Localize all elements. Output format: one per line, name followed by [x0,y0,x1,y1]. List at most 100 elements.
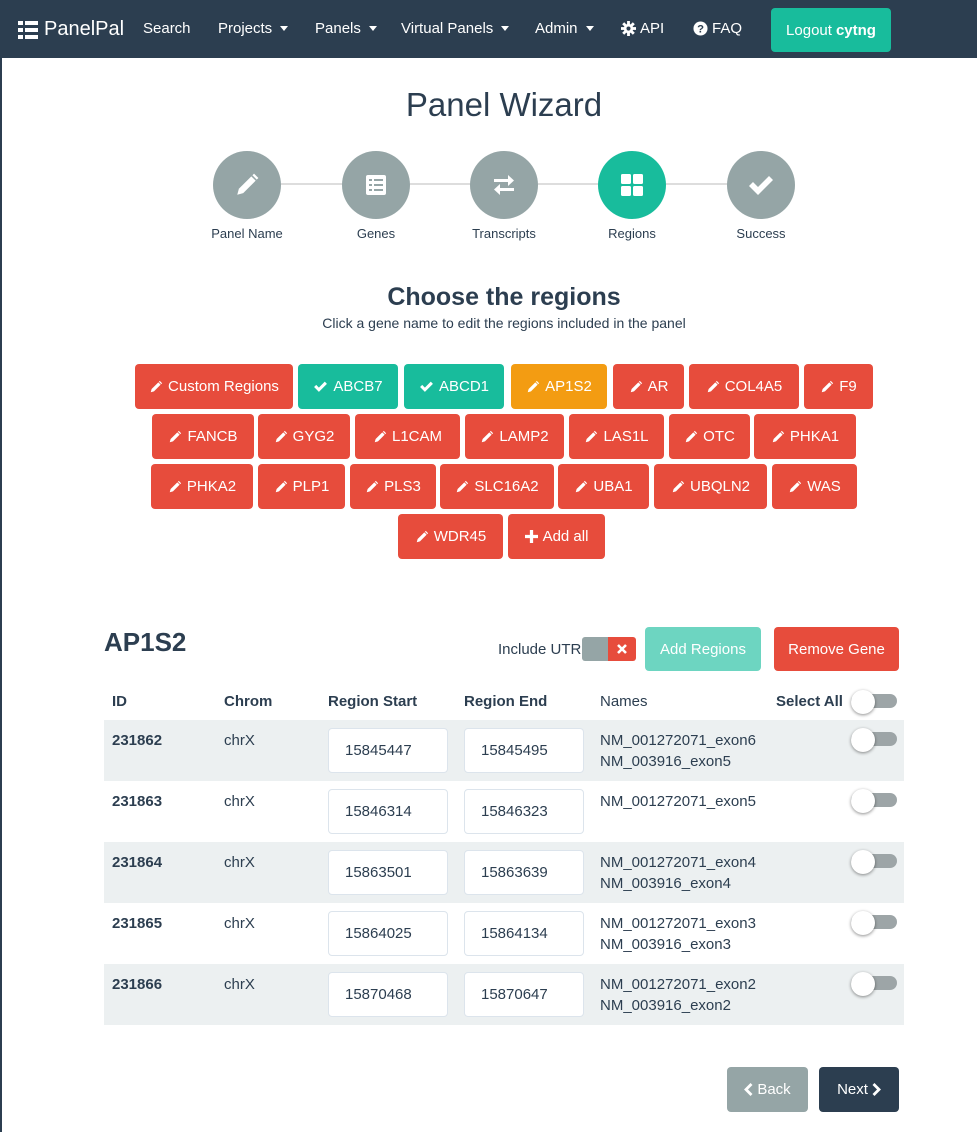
region-start-input[interactable] [328,911,448,956]
nav-search-label: Search [143,20,191,37]
nav-faq[interactable]: ? FAQ [693,20,742,37]
gene-button-label: WDR45 [433,528,487,545]
gene-button-fancb[interactable]: FANCB [152,414,254,459]
nav-projects-dropdown[interactable]: Projects [218,20,289,37]
step-label: Panel Name [211,226,283,241]
switch-knob [851,850,875,874]
remove-gene-button[interactable]: Remove Gene [774,627,899,671]
toggle-off-segment [582,637,608,661]
region-select-switch[interactable] [851,789,897,813]
gene-button-f9[interactable]: F9 [804,364,873,409]
step-label: Transcripts [472,226,536,241]
logout-button[interactable]: Logout cytng [771,8,891,52]
step-label: Success [736,226,786,241]
region-select-switch[interactable] [851,911,897,935]
wizard-step-panel-name[interactable]: Panel Name [187,151,307,241]
region-start-input[interactable] [328,972,448,1017]
region-id: 231866 [112,976,163,993]
gene-button-label: COL4A5 [724,378,783,395]
brand-link[interactable]: PanelPal [18,18,124,41]
back-button[interactable]: Back [727,1067,808,1112]
region-end-input[interactable] [464,911,584,956]
gene-button-abcd1[interactable]: ABCD1 [404,364,504,409]
region-select-switch[interactable] [851,850,897,874]
table-row: 231862 chrX NM_001272071_exon6 NM_003916_ex… [104,720,904,781]
caret-down-icon [501,26,510,31]
plus-icon [524,530,538,543]
switch-knob [851,911,875,935]
pencil-icon [482,430,494,442]
gene-button-label: ABCD1 [438,378,490,395]
region-chrom: chrX [224,793,255,810]
gene-button-was[interactable]: WAS [772,464,857,509]
region-end-input[interactable] [464,972,584,1017]
switch-knob [851,972,875,996]
pencil-icon [416,530,428,542]
region-name: NM_003916_exon5 [600,753,731,770]
region-end-input[interactable] [464,850,584,895]
pencil-icon [527,380,540,392]
nav-admin-label: Admin [535,20,578,37]
pencil-icon [275,430,287,442]
nav-panels-dropdown[interactable]: Panels [315,20,377,37]
region-id: 231864 [112,854,163,871]
wizard-step-genes[interactable]: Genes [316,151,436,241]
next-button[interactable]: Next [819,1067,899,1112]
region-name: NM_001272071_exon5 [600,793,756,810]
gene-button-label: SLC16A2 [474,478,539,495]
pencil-icon [366,480,379,492]
gene-button-col4a5[interactable]: COL4A5 [689,364,799,409]
gene-button-label: LAMP2 [499,428,549,445]
gene-button-plp1[interactable]: PLP1 [258,464,345,509]
add-regions-button[interactable]: Add Regions [645,627,761,671]
wizard-step-transcripts[interactable]: Transcripts [444,151,564,241]
step-label: Regions [608,226,656,241]
gene-button-label: PLP1 [292,478,330,495]
region-start-input[interactable] [328,789,448,834]
gene-button-abcb7[interactable]: ABCB7 [298,364,398,409]
gene-button-label: Custom Regions [168,378,279,395]
gene-button-lamp2[interactable]: LAMP2 [465,414,564,459]
region-select-switch[interactable] [851,972,897,996]
pencil-icon [170,430,182,442]
table-row: 231866 chrX NM_001272071_exon2 NM_003916_ex… [104,964,904,1025]
wizard-step-regions[interactable]: Regions [572,151,692,241]
gene-button-wdr45[interactable]: WDR45 [398,514,503,559]
region-start-input[interactable] [328,850,448,895]
toggle-x-segment [608,637,636,661]
gene-button-ap1s2[interactable]: AP1S2 [511,364,607,409]
wizard-step-success[interactable]: Success [701,151,821,241]
gene-button-slc16a2[interactable]: SLC16A2 [440,464,554,509]
step-label: Genes [356,226,396,241]
gene-button-phka1[interactable]: PHKA1 [754,414,856,459]
gene-button-label: AR [647,378,669,395]
gene-button-uba1[interactable]: UBA1 [558,464,649,509]
gene-button-las1l[interactable]: LAS1L [569,414,664,459]
top-navbar: PanelPal Search Projects Panels Virtual … [0,0,977,58]
gene-button-pls3[interactable]: PLS3 [350,464,436,509]
add-all-button[interactable]: Add all [508,514,605,559]
pencil-icon [374,430,387,442]
gene-button-gyg2[interactable]: GYG2 [258,414,350,459]
caret-down-icon [280,26,289,31]
select-all-switch[interactable] [851,690,897,714]
gene-button-phka2[interactable]: PHKA2 [151,464,253,509]
gene-button-label: PLS3 [384,478,421,495]
gene-button-otc[interactable]: OTC [669,414,750,459]
nav-api[interactable]: API [621,20,664,37]
region-name: NM_003916_exon2 [600,997,731,1014]
gene-button-custom-regions[interactable]: Custom Regions [135,364,293,409]
gene-button-ar[interactable]: AR [613,364,684,409]
region-select-switch[interactable] [851,728,897,752]
include-utr-toggle[interactable] [582,637,636,661]
caret-down-icon [368,26,377,31]
gene-button-l1cam[interactable]: L1CAM [355,414,460,459]
nav-virtual-panels-dropdown[interactable]: Virtual Panels [401,20,510,37]
region-end-input[interactable] [464,728,584,773]
region-chrom: chrX [224,732,255,749]
gene-button-ubqln2[interactable]: UBQLN2 [654,464,767,509]
nav-search[interactable]: Search [143,20,191,37]
nav-admin-dropdown[interactable]: Admin [535,20,594,37]
region-start-input[interactable] [328,728,448,773]
region-end-input[interactable] [464,789,584,834]
